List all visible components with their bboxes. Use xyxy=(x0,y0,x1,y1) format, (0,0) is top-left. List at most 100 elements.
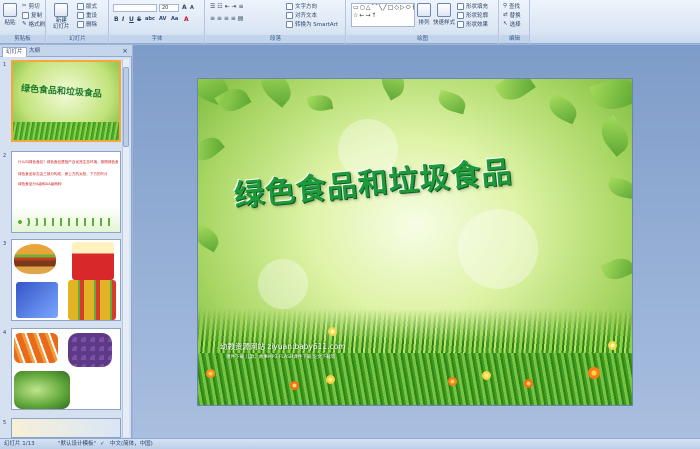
bokeh-light xyxy=(458,209,538,289)
find-button[interactable]: ⚲ 查找 xyxy=(503,2,520,10)
drawing-group-label: 绘图 xyxy=(347,35,498,43)
quick-styles-icon xyxy=(437,3,451,17)
site-description-text: 课件下载 儿歌、故事MP3 FLASH课件下载 论文下载等 xyxy=(226,355,336,360)
char-spacing-button[interactable]: AV xyxy=(159,16,166,22)
text-direction-icon xyxy=(286,2,293,10)
text-direction-button[interactable]: 文字方向 xyxy=(286,2,317,10)
thumbnail-scrollbar[interactable] xyxy=(122,59,129,437)
strikethrough-button[interactable]: S xyxy=(137,16,141,23)
tab-slides[interactable]: 幻灯片 xyxy=(2,47,27,57)
layout-icon xyxy=(77,2,84,10)
copy-button[interactable]: 复制 xyxy=(22,11,42,19)
carrots-image xyxy=(14,333,58,363)
scrollbar-thumb[interactable] xyxy=(123,67,129,147)
flower-decoration xyxy=(608,341,617,350)
tab-outline[interactable]: 大纲 xyxy=(26,47,43,57)
grass-foreground xyxy=(198,353,632,405)
vine-decoration xyxy=(12,206,120,232)
select-button[interactable]: ↖ 选择 xyxy=(503,20,521,28)
status-bar: 幻灯片 1/13 "默认设计模板" ✓ 中文(简体，中国) xyxy=(0,438,700,449)
italic-button[interactable]: I xyxy=(122,16,124,23)
theme-status: "默认设计模板" xyxy=(58,441,97,447)
arrange-button[interactable]: 排列 xyxy=(417,3,431,26)
flower-decoration xyxy=(588,367,600,379)
reset-button[interactable]: 重设 xyxy=(77,11,97,19)
paragraph-group-label: 段落 xyxy=(206,35,345,43)
replace-button[interactable]: ⇄ 替换 xyxy=(503,11,521,19)
leaf-decoration xyxy=(375,79,411,101)
close-icon[interactable]: × xyxy=(122,47,128,55)
leaf-decoration xyxy=(600,253,632,285)
current-slide[interactable]: 绿色食品和垃圾食品 幼教资源网站 ziyuan.baby611.com 课件下载… xyxy=(197,78,633,406)
replace-icon: ⇄ xyxy=(503,12,508,18)
change-case-button[interactable]: Aa xyxy=(171,16,178,22)
flower-decoration xyxy=(326,375,335,384)
grow-font-icon[interactable]: A xyxy=(182,4,187,11)
flower-decoration xyxy=(290,381,299,390)
new-slide-button[interactable]: 新建 幻灯片 xyxy=(53,3,70,30)
flower-decoration xyxy=(328,327,337,336)
slide-thumbnail-3[interactable] xyxy=(11,239,121,321)
slide-thumbnail-4[interactable] xyxy=(11,328,121,410)
shapes-gallery[interactable]: ▭○△⌒╲╱□◇▷⬭{}☆←→↑ xyxy=(351,3,415,27)
quick-styles-button[interactable]: 快速样式 xyxy=(433,3,455,26)
slide-thumbnail-2[interactable]: 什么叫绿色食品？绿色食品是指产自优良生态环境、按照绿色食品标准生产、实行全程质量… xyxy=(11,151,121,233)
language-status[interactable]: 中文(简体，中国) xyxy=(110,439,153,449)
shape-outline-button[interactable]: 形状轮廓 xyxy=(457,11,488,19)
slides-pane: 幻灯片 大纲 × 1 绿色食品和垃圾食品 2 什么叫绿色食品？绿色食品是指产自优… xyxy=(0,45,132,438)
search-icon: ⚲ xyxy=(503,3,508,9)
copy-icon xyxy=(22,11,29,19)
font-size-combo[interactable]: 20 xyxy=(159,4,179,12)
editing-group: ⚲ 查找 ⇄ 替换 ↖ 选择 编辑 xyxy=(500,0,530,44)
effects-icon xyxy=(457,20,464,28)
align-icons[interactable]: ≡ ≡ ≡ ≡ ▤ xyxy=(210,15,243,22)
slide-title[interactable]: 绿色食品和垃圾食品 xyxy=(232,140,594,215)
reset-icon xyxy=(77,11,84,19)
leaf-decoration xyxy=(198,131,225,167)
paste-icon xyxy=(3,3,17,17)
shadow-button[interactable]: abc xyxy=(145,16,155,22)
leaf-decoration xyxy=(494,79,536,107)
slide-thumbnail-5[interactable] xyxy=(11,418,121,438)
shrink-font-icon[interactable]: A xyxy=(190,5,194,11)
burger-image xyxy=(14,244,56,274)
new-slide-icon xyxy=(54,3,69,17)
slides-group: 新建 幻灯片 版式 重设 删除 幻灯片 xyxy=(47,0,109,44)
thumbnail-text-line: 绿色食品分A级和AA级两种 xyxy=(18,182,62,186)
bullets-icon[interactable]: ☰ ☷ ⇤ ⇥ ≡ xyxy=(210,3,243,10)
layout-button[interactable]: 版式 xyxy=(77,2,97,10)
slide-number: 4 xyxy=(3,330,7,336)
align-text-button[interactable]: 对齐文本 xyxy=(286,11,317,19)
cut-button[interactable]: ✂ 剪切 xyxy=(22,2,40,10)
pane-tabs: 幻灯片 大纲 × xyxy=(0,45,132,57)
delete-slide-button[interactable]: 删除 xyxy=(77,20,97,28)
format-painter-button[interactable]: ✎ 格式刷 xyxy=(22,20,45,28)
underline-button[interactable]: U xyxy=(129,16,134,23)
scissors-icon: ✂ xyxy=(22,3,27,9)
leaf-decoration xyxy=(306,93,334,113)
slides-group-label: 幻灯片 xyxy=(47,35,108,43)
brush-icon: ✎ xyxy=(22,21,27,27)
smartart-button[interactable]: 转换为 SmartArt xyxy=(286,20,338,28)
bokeh-light xyxy=(258,259,308,309)
outline-icon xyxy=(457,11,464,19)
thumbnail-text-line: 绿色食品标志由三部分构成，即上方的太阳、下方的叶片 xyxy=(18,172,108,176)
smartart-icon xyxy=(286,20,293,28)
flower-decoration xyxy=(524,379,533,388)
bold-button[interactable]: B xyxy=(114,16,119,23)
leaf-decoration xyxy=(606,176,632,200)
slide-editor-area: 绿色食品和垃圾食品 幼教资源网站 ziyuan.baby611.com 课件下载… xyxy=(133,45,700,438)
font-name-combo[interactable] xyxy=(113,4,157,12)
slide-count-status: 幻灯片 1/13 xyxy=(4,441,35,447)
paste-button[interactable]: 粘贴 xyxy=(3,3,17,26)
leaf-decoration xyxy=(436,89,468,115)
slide-thumbnail-1[interactable]: 绿色食品和垃圾食品 xyxy=(11,60,121,142)
clipboard-group-label: 剪贴板 xyxy=(0,35,45,43)
spellcheck-icon[interactable]: ✓ xyxy=(100,439,105,449)
leaf-decoration xyxy=(198,223,223,253)
cursor-icon: ↖ xyxy=(503,21,508,27)
font-color-button[interactable]: A xyxy=(184,16,189,23)
site-name-text: 幼教资源网站 ziyuan.baby611.com xyxy=(220,342,346,351)
shape-effects-button[interactable]: 形状效果 xyxy=(457,20,488,28)
shape-fill-button[interactable]: 形状填充 xyxy=(457,2,488,10)
